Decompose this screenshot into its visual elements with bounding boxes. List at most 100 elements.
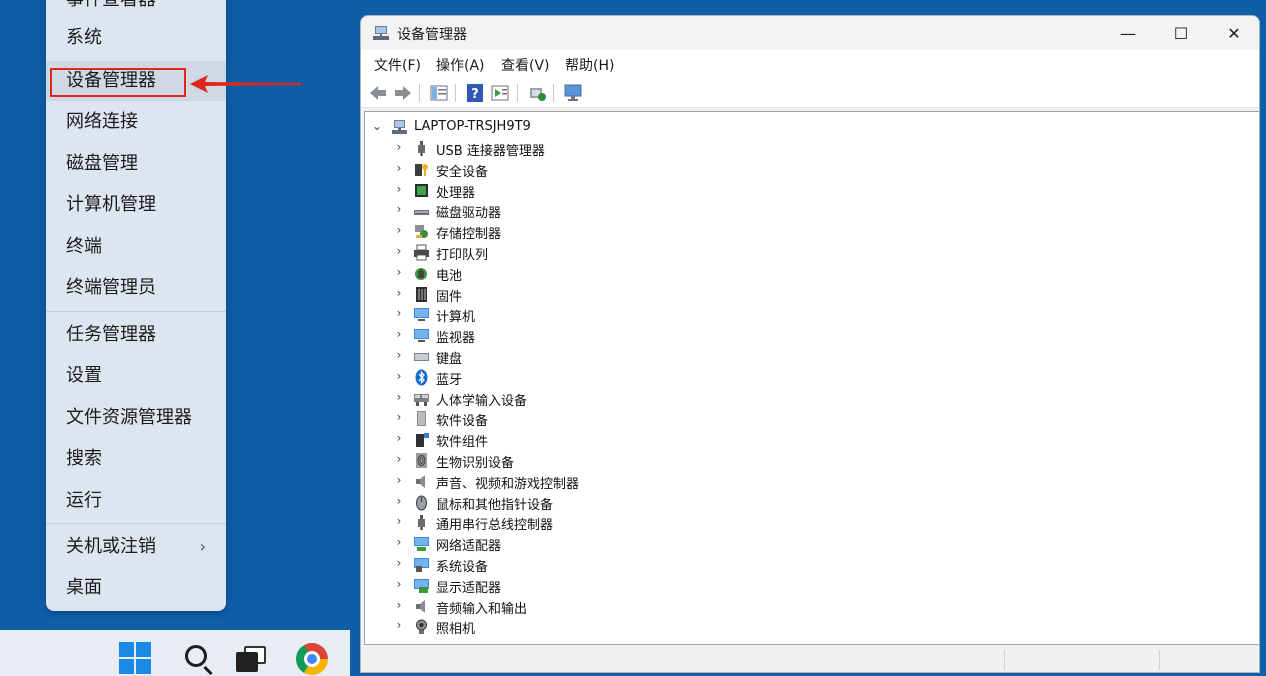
chevron-right-icon[interactable]: › bbox=[393, 556, 405, 570]
chevron-right-icon[interactable]: › bbox=[393, 494, 405, 508]
chevron-right-icon[interactable]: › bbox=[393, 598, 405, 612]
chevron-down-icon[interactable]: ⌄ bbox=[371, 119, 383, 133]
search-icon[interactable] bbox=[178, 630, 218, 676]
menu-view[interactable]: 查看(V) bbox=[501, 55, 550, 75]
menu-item-settings[interactable]: 设置 bbox=[46, 356, 226, 396]
task-view-icon[interactable] bbox=[232, 630, 272, 676]
tree-item[interactable]: › USB 连接器管理器 bbox=[365, 138, 1245, 159]
chevron-right-icon[interactable]: › bbox=[393, 369, 405, 383]
menu-item-network-connections[interactable]: 网络连接 bbox=[46, 102, 226, 142]
tree-item[interactable]: › 显示适配器 bbox=[365, 575, 1245, 596]
menu-item-terminal-admin[interactable]: 终端管理员 bbox=[46, 268, 226, 308]
toolbar: ? bbox=[361, 78, 1259, 108]
tree-item-label: 计算机 bbox=[436, 310, 476, 326]
tree-item[interactable]: › 音频输入和输出 bbox=[365, 596, 1245, 617]
menu-item-label: 事件查看器 bbox=[66, 0, 156, 10]
scan-hardware-icon[interactable] bbox=[527, 83, 547, 103]
tree-item-label: 照相机 bbox=[436, 622, 476, 638]
tree-item[interactable]: › 软件设备 bbox=[365, 408, 1245, 429]
menu-item-run[interactable]: 运行 bbox=[46, 481, 226, 521]
menu-help[interactable]: 帮助(H) bbox=[565, 55, 614, 75]
forward-icon[interactable] bbox=[393, 83, 413, 103]
monitor-icon[interactable] bbox=[563, 83, 583, 103]
tree-item-label: 键盘 bbox=[436, 352, 463, 367]
menu-item-search[interactable]: 搜索 bbox=[46, 439, 226, 479]
tree-item[interactable]: › 磁盘驱动器 bbox=[365, 200, 1245, 221]
tree-item[interactable]: › 打印队列 bbox=[365, 242, 1245, 263]
tree-root[interactable]: ⌄ LAPTOP-TRSJH9T9 bbox=[365, 117, 1245, 138]
chevron-right-icon[interactable]: › bbox=[393, 202, 405, 216]
chevron-right-icon[interactable]: › bbox=[393, 244, 405, 258]
close-button[interactable]: ✕ bbox=[1211, 16, 1257, 50]
tree-item[interactable]: › 通用串行总线控制器 bbox=[365, 512, 1245, 533]
tree-item[interactable]: › 软件组件 bbox=[365, 429, 1245, 450]
disk-drive-icon bbox=[414, 210, 429, 216]
chevron-right-icon[interactable]: › bbox=[393, 473, 405, 487]
chevron-right-icon[interactable]: › bbox=[393, 535, 405, 549]
tree-item[interactable]: › 照相机 bbox=[365, 616, 1245, 637]
menu-item-computer-management[interactable]: 计算机管理 bbox=[46, 185, 226, 225]
windows-start-icon[interactable] bbox=[115, 630, 155, 676]
chevron-right-icon[interactable]: › bbox=[393, 223, 405, 237]
tree-item[interactable]: › 固件 bbox=[365, 284, 1245, 305]
chevron-right-icon[interactable]: › bbox=[393, 161, 405, 175]
tree-item[interactable]: › 人体学输入设备 bbox=[365, 388, 1245, 409]
menu-item-system[interactable]: 系统 bbox=[46, 18, 226, 58]
chevron-right-icon[interactable]: › bbox=[393, 182, 405, 196]
minimize-button[interactable]: — bbox=[1105, 16, 1151, 50]
chevron-right-icon[interactable]: › bbox=[393, 390, 405, 404]
tree-item[interactable]: › 处理器 bbox=[365, 180, 1245, 201]
tree-item[interactable]: › 系统设备 bbox=[365, 554, 1245, 575]
tree-item-label: 磁盘驱动器 bbox=[436, 206, 502, 222]
menu-item-shutdown-signout[interactable]: 关机或注销 › bbox=[46, 527, 226, 567]
tree-item[interactable]: › 网络适配器 bbox=[365, 533, 1245, 554]
device-manager-window: 设备管理器 — ☐ ✕ 文件(F) 操作(A) 查看(V) 帮助(H) ? ⌄ … bbox=[360, 15, 1260, 673]
fingerprint-icon bbox=[416, 453, 427, 468]
tree-item[interactable]: › 安全设备 bbox=[365, 159, 1245, 180]
show-hide-console-tree-icon[interactable] bbox=[429, 83, 449, 103]
menu-action[interactable]: 操作(A) bbox=[436, 55, 485, 75]
chrome-icon[interactable] bbox=[292, 630, 332, 676]
menu-file[interactable]: 文件(F) bbox=[374, 55, 421, 75]
maximize-button[interactable]: ☐ bbox=[1158, 16, 1204, 50]
menu-item-file-explorer[interactable]: 文件资源管理器 bbox=[46, 398, 226, 438]
tree-item[interactable]: › 键盘 bbox=[365, 346, 1245, 367]
chevron-right-icon[interactable]: › bbox=[393, 452, 405, 466]
tree-item[interactable]: › 电池 bbox=[365, 263, 1245, 284]
menu-item-task-manager[interactable]: 任务管理器 bbox=[46, 315, 226, 355]
chevron-right-icon[interactable]: › bbox=[393, 431, 405, 445]
chevron-right-icon[interactable]: › bbox=[393, 265, 405, 279]
tree-item[interactable]: › 监视器 bbox=[365, 325, 1245, 346]
tree-item-label: 系统设备 bbox=[436, 560, 489, 575]
firmware-icon bbox=[416, 286, 427, 302]
chevron-right-icon[interactable]: › bbox=[393, 348, 405, 362]
properties-icon[interactable] bbox=[490, 83, 510, 103]
tree-item[interactable]: › 计算机 bbox=[365, 304, 1245, 325]
software-device-icon bbox=[417, 411, 426, 427]
back-icon[interactable] bbox=[368, 83, 388, 103]
tree-item[interactable]: › 存储控制器 bbox=[365, 221, 1245, 242]
chevron-right-icon[interactable]: › bbox=[393, 327, 405, 341]
highlight-box bbox=[50, 68, 186, 97]
menu-item-label: 文件资源管理器 bbox=[66, 407, 192, 428]
menu-item-disk-management[interactable]: 磁盘管理 bbox=[46, 144, 226, 184]
chevron-right-icon[interactable]: › bbox=[393, 577, 405, 591]
tree-item[interactable]: › 鼠标和其他指针设备 bbox=[365, 492, 1245, 513]
menu-item-desktop[interactable]: 桌面 bbox=[46, 568, 226, 608]
chevron-right-icon[interactable]: › bbox=[393, 286, 405, 300]
menu-item-terminal[interactable]: 终端 bbox=[46, 227, 226, 267]
storage-controller-icon bbox=[415, 225, 428, 239]
tree-item[interactable]: › 生物识别设备 bbox=[365, 450, 1245, 471]
chevron-right-icon[interactable]: › bbox=[393, 618, 405, 632]
tree-item[interactable]: › 蓝牙 bbox=[365, 367, 1245, 388]
help-icon[interactable]: ? bbox=[465, 83, 485, 103]
system-device-icon bbox=[414, 558, 429, 572]
chevron-right-icon[interactable]: › bbox=[393, 410, 405, 424]
tree-item[interactable]: › 声音、视频和游戏控制器 bbox=[365, 471, 1245, 492]
chevron-right-icon[interactable]: › bbox=[393, 514, 405, 528]
chevron-right-icon[interactable]: › bbox=[393, 140, 405, 154]
hid-icon bbox=[414, 393, 429, 406]
menu-item-label: 终端管理员 bbox=[66, 277, 156, 298]
menu-item-event-viewer[interactable]: 事件查看器 bbox=[46, 0, 226, 20]
chevron-right-icon[interactable]: › bbox=[393, 306, 405, 320]
